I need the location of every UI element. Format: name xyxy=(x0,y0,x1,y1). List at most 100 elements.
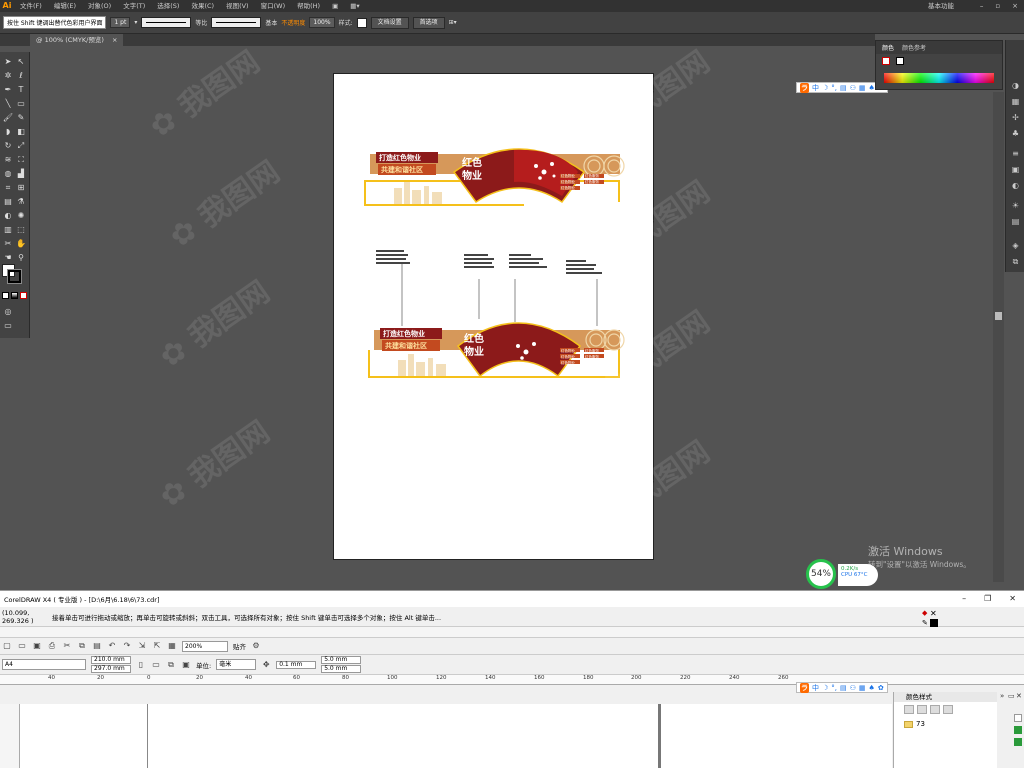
symbol-sprayer-icon[interactable]: ✺ xyxy=(15,210,27,222)
shape-builder-icon[interactable]: ◍ xyxy=(2,168,14,180)
ime-toolbar[interactable]: ラ 中 ☽ °, ▤ ⚇ ▦ ♠ ✿ xyxy=(796,82,888,93)
symbols-icon[interactable]: ♣ xyxy=(1010,128,1021,139)
keyboard-icon[interactable]: ▤ xyxy=(840,684,847,692)
settings-icon[interactable]: ✿ xyxy=(878,684,884,692)
line-tool-icon[interactable]: ╲ xyxy=(2,98,14,110)
landscape-icon[interactable]: ▭ xyxy=(151,660,161,670)
nudge-distance-field[interactable]: 0.1 mm xyxy=(276,660,317,669)
edit-icon[interactable] xyxy=(943,705,953,714)
open-icon[interactable]: ▭ xyxy=(17,641,27,651)
preferences-button[interactable]: 首选项 xyxy=(412,16,445,29)
auto-create-icon[interactable] xyxy=(930,705,940,714)
zoom-tool-icon[interactable]: ⚲ xyxy=(15,252,27,264)
scrollbar-thumb[interactable] xyxy=(995,312,1002,320)
slice-tool-icon[interactable]: ✂ xyxy=(2,238,14,250)
mesh-tool-icon[interactable]: ⊞ xyxy=(15,182,27,194)
duplicate-x-field[interactable]: 5.0 mm xyxy=(321,656,362,664)
tab-color-guide[interactable]: 颜色参考 xyxy=(902,43,926,52)
scale-tool-icon[interactable]: ⤢ xyxy=(15,140,27,152)
new-icon[interactable]: ▢ xyxy=(2,641,12,651)
paintbrush-icon[interactable]: 🖌 xyxy=(2,112,14,124)
new-child-icon[interactable] xyxy=(917,705,927,714)
cut-icon[interactable]: ✂ xyxy=(62,641,72,651)
hand-tool-icon[interactable]: ✋ xyxy=(15,238,27,250)
paste-icon[interactable]: ▤ xyxy=(92,641,102,651)
app-launcher-icon[interactable]: ▦ xyxy=(167,641,177,651)
menu-edit[interactable]: 编辑(E) xyxy=(48,0,82,12)
free-transform-icon[interactable]: ⛶ xyxy=(15,154,27,166)
brush-definition[interactable] xyxy=(211,17,262,28)
palette-green-2[interactable] xyxy=(1014,738,1022,746)
document-setup-button[interactable]: 文档设置 xyxy=(370,16,409,29)
swatches-icon[interactable]: ▦ xyxy=(1010,96,1021,107)
arrange-icon[interactable]: ▦▾ xyxy=(344,0,365,12)
ime-logo-icon[interactable]: ラ xyxy=(800,82,809,93)
document-tab[interactable]: @ 100% (CMYK/预览) × xyxy=(30,34,124,46)
menu-view[interactable]: 视图(V) xyxy=(220,0,255,12)
ime-mode-label[interactable]: 中 xyxy=(812,683,819,693)
portrait-icon[interactable]: ▯ xyxy=(136,660,146,670)
expand-icon[interactable]: » xyxy=(1000,692,1004,700)
selection-tool-icon[interactable]: ➤ xyxy=(2,56,14,68)
duplicate-y-field[interactable]: 5.0 mm xyxy=(321,665,362,673)
menu-type[interactable]: 文字(T) xyxy=(117,0,151,12)
fill-outline-indicator[interactable]: ◆ ✕ ✎ xyxy=(922,609,938,631)
lasso-icon[interactable]: ℓ xyxy=(15,70,27,82)
save-icon[interactable]: ▣ xyxy=(32,641,42,651)
magic-wand-icon[interactable]: ✲ xyxy=(2,70,14,82)
screen-mode-icon[interactable]: ▭ xyxy=(2,320,14,332)
live-paint-icon[interactable]: ▟ xyxy=(15,168,27,180)
snap-to-label[interactable]: 贴齐 xyxy=(233,641,246,651)
vertical-ruler[interactable] xyxy=(0,704,20,768)
moon-icon[interactable]: ☽ xyxy=(822,84,828,92)
arrange-docs-icon[interactable]: ⊞▾ xyxy=(449,19,457,26)
direct-selection-icon[interactable]: ↖ xyxy=(15,56,27,68)
brushes-icon[interactable]: ✢ xyxy=(1010,112,1021,123)
moon-icon[interactable]: ☽ xyxy=(822,684,828,692)
chevron-down-icon[interactable]: ▾ xyxy=(134,19,137,26)
ime-mode-label[interactable]: 中 xyxy=(812,83,819,93)
copy-icon[interactable]: ⧉ xyxy=(77,641,87,651)
artboards-icon[interactable]: ⧉ xyxy=(1010,256,1021,267)
user-icon[interactable]: ⚇ xyxy=(850,684,856,692)
hand-icon[interactable]: ☚ xyxy=(2,252,14,264)
undo-icon[interactable]: ↶ xyxy=(107,641,117,651)
user-icon[interactable]: ⚇ xyxy=(850,84,856,92)
page-width-field[interactable]: 210.0 mm xyxy=(91,656,131,664)
redo-icon[interactable]: ↷ xyxy=(122,641,132,651)
column-graph-icon[interactable]: ▥ xyxy=(2,224,14,236)
menu-effect[interactable]: 效果(C) xyxy=(185,0,220,12)
rotate-tool-icon[interactable]: ↻ xyxy=(2,140,14,152)
coreldraw-canvas[interactable] xyxy=(20,704,892,768)
menu-file[interactable]: 文件(F) xyxy=(14,0,48,12)
variable-width-profile[interactable] xyxy=(141,17,192,28)
print-icon[interactable]: ⎙ xyxy=(47,641,57,651)
graphic-styles-icon[interactable]: ▤ xyxy=(1010,216,1021,227)
artboard[interactable]: 打造红色物业 共建和谐社区 红色 物业 红色物业 红色服务 红色物业 红色服务 … xyxy=(333,73,654,560)
page-size-select[interactable]: A4 xyxy=(2,659,86,670)
toolbox-icon[interactable]: ▦ xyxy=(859,684,866,692)
gradient-mode-icon[interactable] xyxy=(11,292,18,299)
pen-tool-icon[interactable]: ✒ xyxy=(2,84,14,96)
gradient-icon[interactable]: ▣ xyxy=(1010,164,1021,175)
punctuation-icon[interactable]: °, xyxy=(831,84,837,92)
skin-icon[interactable]: ♠ xyxy=(869,84,875,92)
export-icon[interactable]: ⇱ xyxy=(152,641,162,651)
opacity-label[interactable]: 不透明度 xyxy=(281,18,305,27)
warp-tool-icon[interactable]: ≋ xyxy=(2,154,14,166)
blend-tool-icon[interactable]: ◐ xyxy=(2,210,14,222)
menu-window[interactable]: 窗口(W) xyxy=(255,0,292,12)
stroke-icon[interactable]: ≡ xyxy=(1010,148,1021,159)
layer-item[interactable]: 73 xyxy=(904,720,925,728)
import-icon[interactable]: ⇲ xyxy=(137,641,147,651)
opacity-field[interactable]: 100% xyxy=(309,17,335,28)
pencil-icon[interactable]: ✎ xyxy=(15,112,27,124)
appearance-icon[interactable]: ☀ xyxy=(1010,200,1021,211)
skin-icon[interactable]: ♠ xyxy=(869,684,875,692)
vertical-scrollbar[interactable] xyxy=(993,92,1004,582)
palette-green[interactable] xyxy=(1014,726,1022,734)
transparency-icon[interactable]: ◐ xyxy=(1010,180,1021,191)
none-swatch[interactable] xyxy=(882,57,890,65)
minimize-icon[interactable]: – xyxy=(962,591,966,607)
menu-help[interactable]: 帮助(H) xyxy=(291,0,326,12)
